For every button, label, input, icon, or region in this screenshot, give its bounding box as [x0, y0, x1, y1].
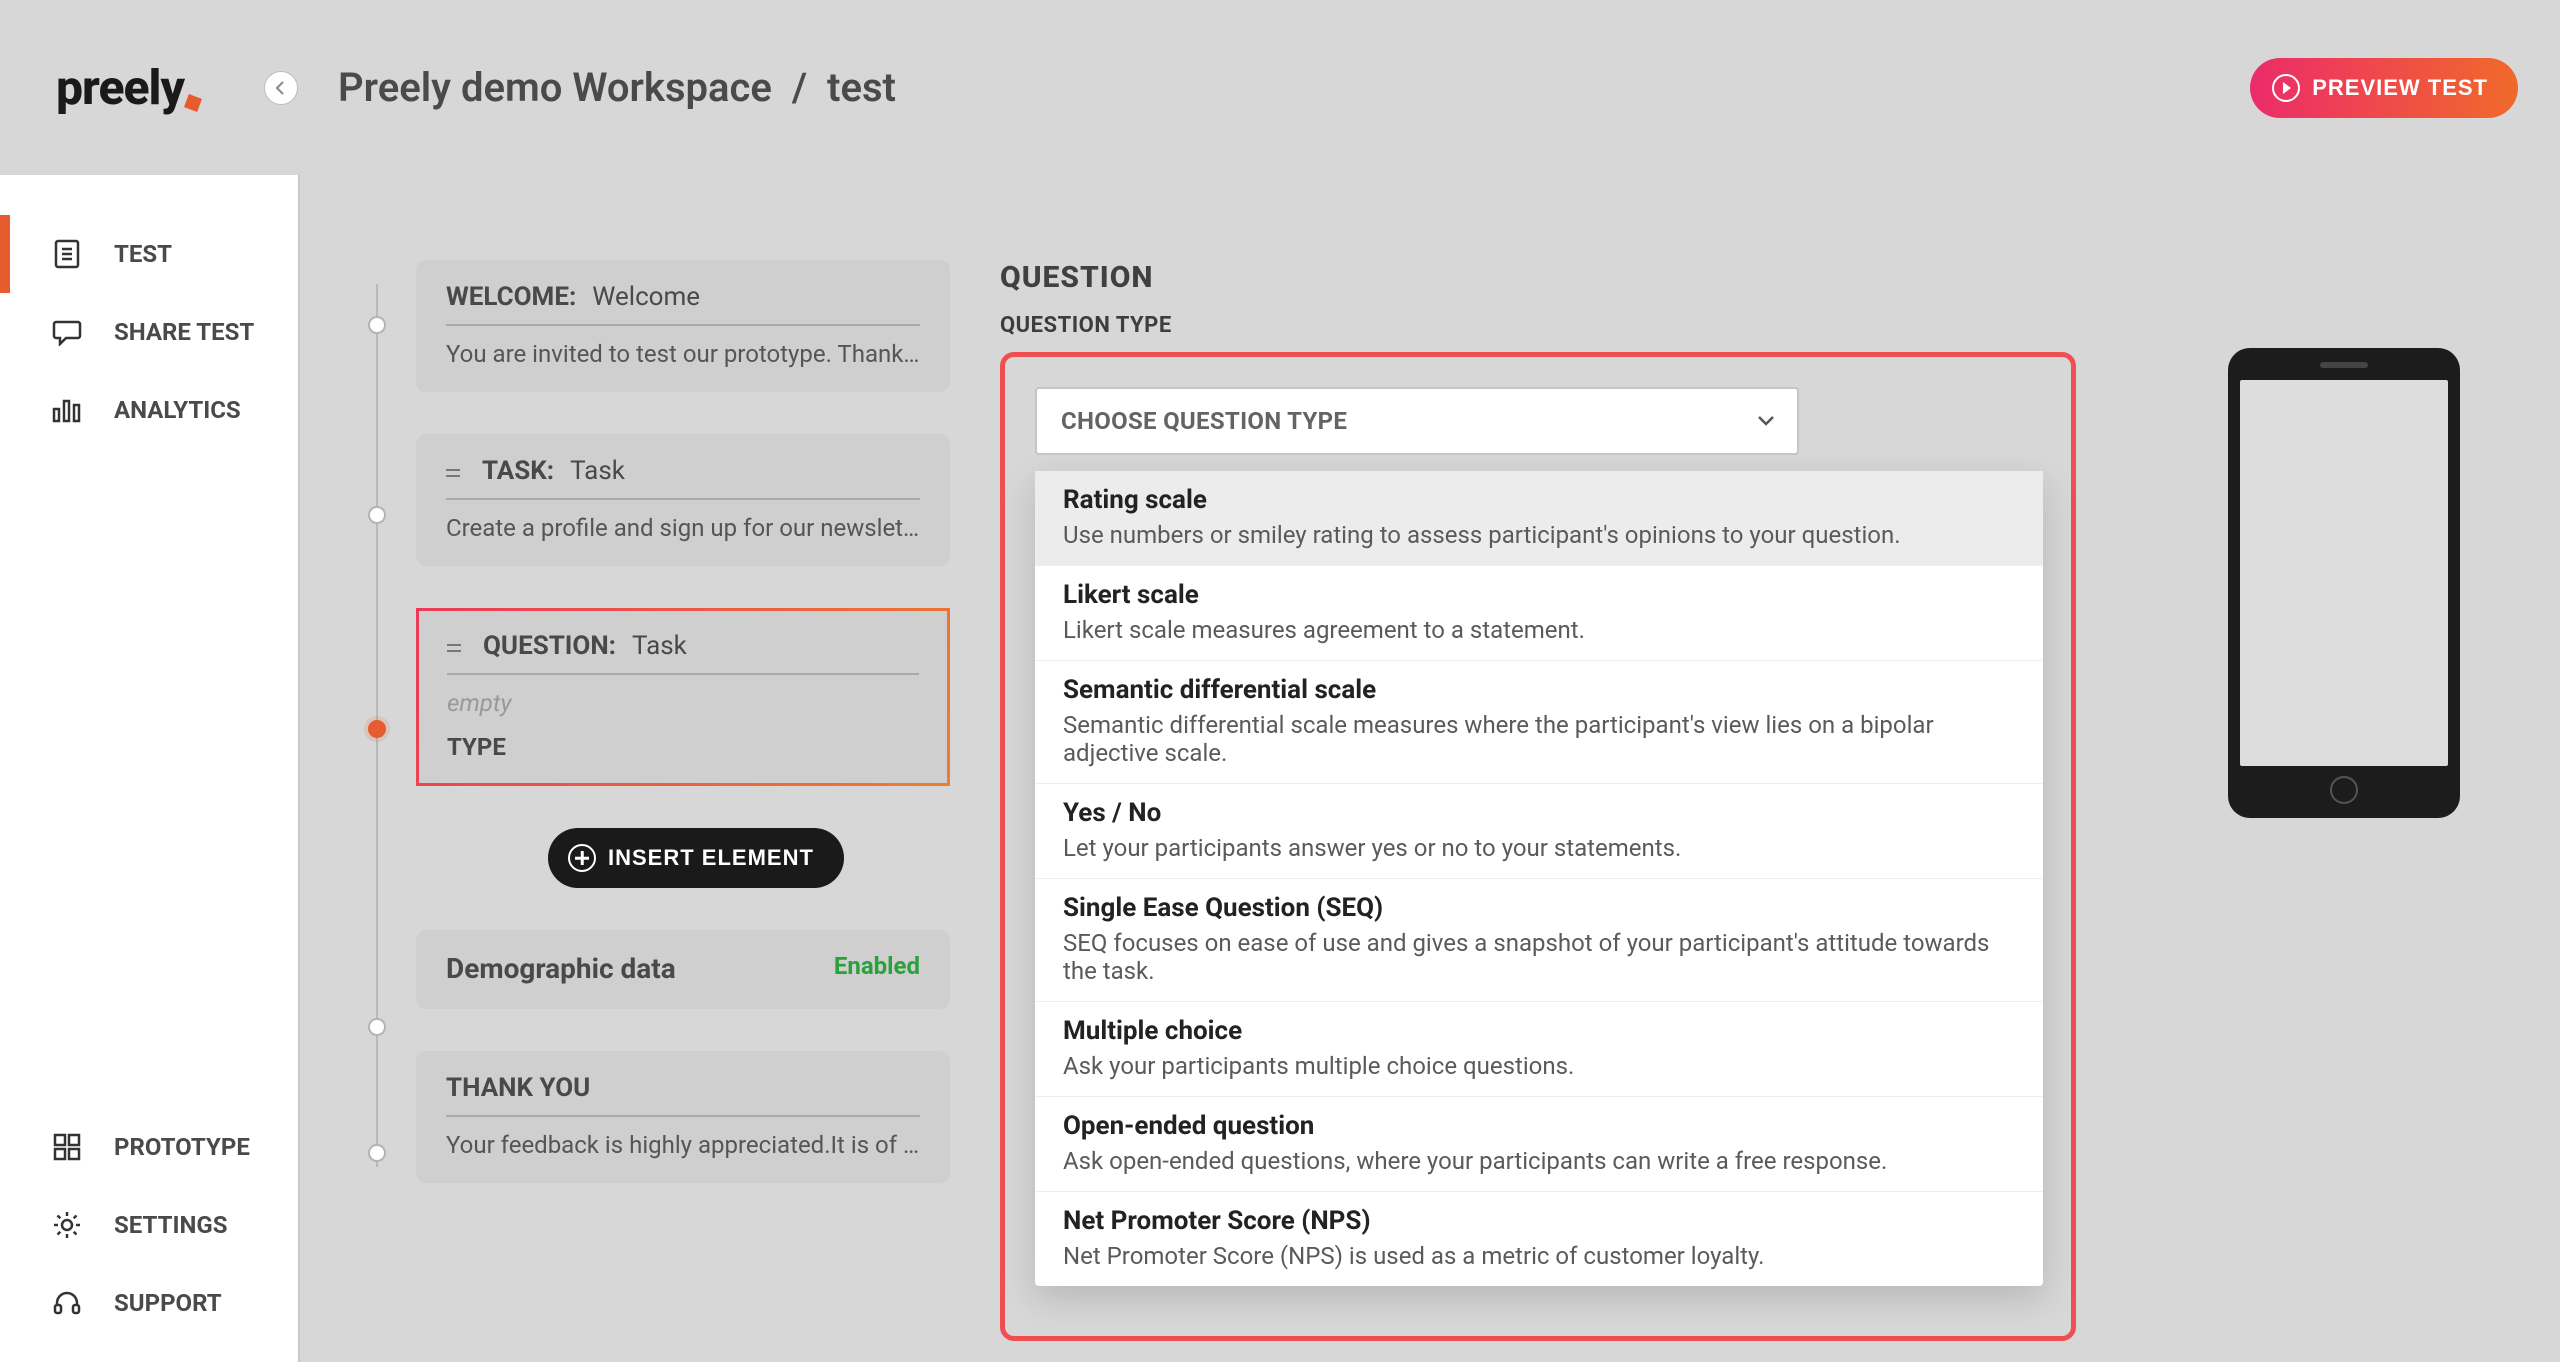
- step-desc: Your feedback is highly appreciated.It i…: [446, 1117, 920, 1159]
- drag-handle-icon[interactable]: [446, 465, 460, 479]
- chat-icon: [52, 317, 82, 347]
- option-title: Single Ease Question (SEQ): [1063, 893, 2015, 923]
- timeline-dot: [368, 1144, 386, 1162]
- sidebar-item-label: ANALYTICS: [114, 396, 241, 424]
- step-label: QUESTION:: [483, 631, 616, 661]
- timeline-dot: [368, 316, 386, 334]
- preview-test-button[interactable]: PREVIEW TEST: [2250, 58, 2518, 118]
- option-desc: SEQ focuses on ease of use and gives a s…: [1063, 929, 2015, 985]
- step-desc: Create a profile and sign up for our new…: [446, 500, 920, 542]
- step-card-question[interactable]: QUESTION: Task empty TYPE: [416, 608, 950, 786]
- back-button[interactable]: [264, 71, 298, 105]
- step-desc: You are invited to test our prototype. T…: [446, 326, 920, 368]
- timeline-dot: [368, 506, 386, 524]
- option-yes-no[interactable]: Yes / No Let your participants answer ye…: [1035, 783, 2043, 878]
- sidebar-item-label: PROTOTYPE: [114, 1133, 250, 1161]
- option-title: Open-ended question: [1063, 1111, 2015, 1141]
- preview-test-label: PREVIEW TEST: [2312, 75, 2488, 101]
- sidebar-item-label: SHARE TEST: [114, 318, 254, 346]
- chevron-down-icon: [1757, 415, 1775, 427]
- sidebar-item-settings[interactable]: SETTINGS: [0, 1186, 298, 1264]
- step-type: TYPE: [447, 717, 919, 761]
- timeline-dot: [368, 1018, 386, 1036]
- main-panel: WELCOME: Welcome You are invited to test…: [300, 175, 2560, 1362]
- step-card-demographic[interactable]: Enabled Demographic data: [416, 930, 950, 1009]
- sidebar-item-label: TEST: [114, 240, 172, 268]
- step-value: Welcome: [592, 282, 700, 312]
- breadcrumb-workspace[interactable]: Preely demo Workspace: [338, 64, 772, 111]
- enabled-badge: Enabled: [834, 952, 920, 980]
- step-empty: empty: [447, 675, 919, 717]
- option-open-ended[interactable]: Open-ended question Ask open-ended quest…: [1035, 1096, 2043, 1191]
- option-multiple-choice[interactable]: Multiple choice Ask your participants mu…: [1035, 1001, 2043, 1096]
- option-title: Yes / No: [1063, 798, 2015, 828]
- option-desc: Net Promoter Score (NPS) is used as a me…: [1063, 1242, 2015, 1270]
- dropdown-label: CHOOSE QUESTION TYPE: [1061, 407, 1347, 435]
- sidebar: TEST SHARE TEST ANALYTICS: [0, 175, 300, 1362]
- plus-icon: [568, 844, 596, 872]
- option-title: Semantic differential scale: [1063, 675, 2015, 705]
- sidebar-item-label: SETTINGS: [114, 1211, 228, 1239]
- option-nps[interactable]: Net Promoter Score (NPS) Net Promoter Sc…: [1035, 1191, 2043, 1286]
- option-seq[interactable]: Single Ease Question (SEQ) SEQ focuses o…: [1035, 878, 2043, 1001]
- step-card-task[interactable]: TASK: Task Create a profile and sign up …: [416, 434, 950, 566]
- sidebar-item-test[interactable]: TEST: [0, 215, 298, 293]
- drag-handle-icon[interactable]: [447, 640, 461, 654]
- option-desc: Likert scale measures agreement to a sta…: [1063, 616, 2015, 644]
- step-label: TASK:: [482, 456, 554, 486]
- option-title: Likert scale: [1063, 580, 2015, 610]
- document-icon: [52, 239, 82, 269]
- option-title: Multiple choice: [1063, 1016, 2015, 1046]
- header: preely Preely demo Workspace / test PREV…: [0, 0, 2560, 175]
- option-desc: Use numbers or smiley rating to assess p…: [1063, 521, 2015, 549]
- sidebar-item-support[interactable]: SUPPORT: [0, 1264, 298, 1342]
- step-label: WELCOME:: [446, 282, 576, 312]
- detail-subheading: QUESTION TYPE: [1000, 313, 2520, 338]
- option-title: Rating scale: [1063, 485, 2015, 515]
- option-title: Net Promoter Score (NPS): [1063, 1206, 2015, 1236]
- logo-dot-icon: [184, 94, 202, 112]
- logo[interactable]: preely: [56, 59, 200, 116]
- insert-element-label: INSERT ELEMENT: [608, 845, 814, 871]
- option-desc: Semantic differential scale measures whe…: [1063, 711, 2015, 767]
- step-list: WELCOME: Welcome You are invited to test…: [360, 260, 950, 1225]
- detail-panel: QUESTION QUESTION TYPE CHOOSE QUESTION T…: [1000, 260, 2520, 1341]
- option-likert-scale[interactable]: Likert scale Likert scale measures agree…: [1035, 565, 2043, 660]
- breadcrumb-current[interactable]: test: [827, 64, 896, 111]
- insert-element-button[interactable]: INSERT ELEMENT: [548, 828, 844, 888]
- play-icon: [2272, 74, 2300, 102]
- sidebar-item-share-test[interactable]: SHARE TEST: [0, 293, 298, 371]
- step-card-welcome[interactable]: WELCOME: Welcome You are invited to test…: [416, 260, 950, 392]
- option-desc: Ask your participants multiple choice qu…: [1063, 1052, 2015, 1080]
- breadcrumb: Preely demo Workspace / test: [338, 64, 896, 111]
- option-rating-scale[interactable]: Rating scale Use numbers or smiley ratin…: [1035, 471, 2043, 565]
- option-desc: Ask open-ended questions, where your par…: [1063, 1147, 2015, 1175]
- sidebar-item-prototype[interactable]: PROTOTYPE: [0, 1108, 298, 1186]
- step-value: Task: [632, 631, 687, 661]
- timeline-dot-active: [368, 720, 386, 738]
- step-label: Demographic data: [446, 952, 676, 985]
- chevron-left-icon: [275, 81, 287, 95]
- question-type-dropdown[interactable]: CHOOSE QUESTION TYPE: [1035, 387, 1799, 455]
- logo-text: preely: [56, 59, 184, 116]
- phone-screen: [2240, 380, 2448, 766]
- sidebar-item-analytics[interactable]: ANALYTICS: [0, 371, 298, 449]
- step-value: Task: [570, 456, 625, 486]
- breadcrumb-separator: /: [792, 64, 807, 111]
- phone-speaker-icon: [2320, 362, 2368, 368]
- sidebar-item-label: SUPPORT: [114, 1289, 222, 1317]
- phone-preview: [2228, 348, 2460, 818]
- step-card-thankyou[interactable]: THANK YOU Your feedback is highly apprec…: [416, 1051, 950, 1183]
- option-semantic-differential[interactable]: Semantic differential scale Semantic dif…: [1035, 660, 2043, 783]
- grid-icon: [52, 1132, 82, 1162]
- question-type-listbox: Rating scale Use numbers or smiley ratin…: [1035, 471, 2043, 1286]
- detail-heading: QUESTION: [1000, 260, 2520, 295]
- phone-home-icon: [2330, 776, 2358, 804]
- option-desc: Let your participants answer yes or no t…: [1063, 834, 2015, 862]
- step-label: THANK YOU: [446, 1073, 590, 1103]
- analytics-icon: [52, 395, 82, 425]
- headset-icon: [52, 1288, 82, 1318]
- highlight-box: CHOOSE QUESTION TYPE Rating scale Use nu…: [1000, 352, 2076, 1341]
- gear-icon: [52, 1210, 82, 1240]
